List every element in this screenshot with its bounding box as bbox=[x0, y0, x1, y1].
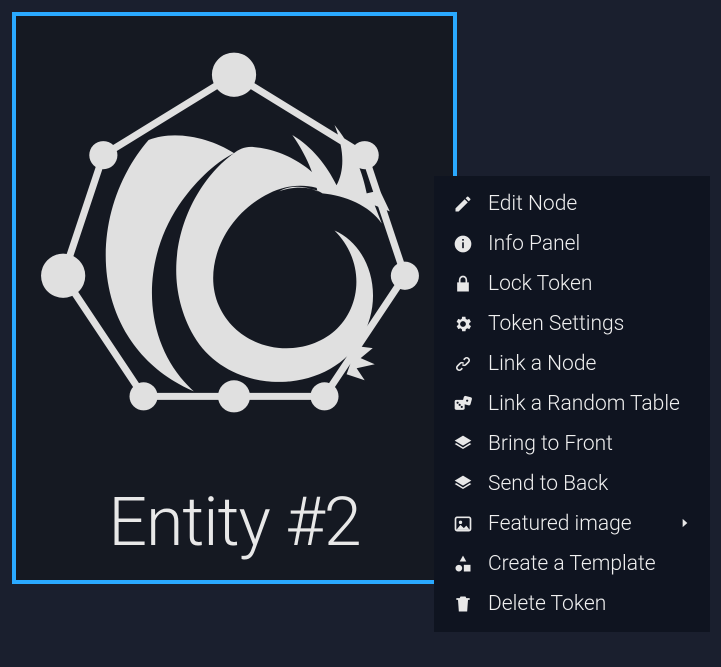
edit-icon bbox=[452, 193, 474, 215]
menu-item-delete-token[interactable]: Delete Token bbox=[434, 584, 710, 624]
menu-item-info-panel[interactable]: Info Panel bbox=[434, 224, 710, 264]
layers-icon bbox=[452, 473, 474, 495]
menu-item-label: Create a Template bbox=[488, 552, 692, 576]
menu-item-label: Token Settings bbox=[488, 312, 692, 336]
dice-icon bbox=[452, 393, 474, 415]
layers-icon bbox=[452, 433, 474, 455]
menu-item-label: Link a Random Table bbox=[488, 392, 692, 416]
dragon-icon bbox=[33, 34, 435, 457]
token-card[interactable]: Entity #2 bbox=[12, 12, 457, 584]
menu-item-featured-image[interactable]: Featured image bbox=[434, 504, 710, 544]
menu-item-link-node[interactable]: Link a Node bbox=[434, 344, 710, 384]
menu-item-link-random-table[interactable]: Link a Random Table bbox=[434, 384, 710, 424]
menu-item-label: Delete Token bbox=[488, 592, 692, 616]
menu-item-label: Edit Node bbox=[488, 192, 692, 216]
trash-icon bbox=[452, 593, 474, 615]
menu-item-label: Bring to Front bbox=[488, 432, 692, 456]
chevron-right-icon bbox=[678, 514, 692, 535]
menu-item-bring-to-front[interactable]: Bring to Front bbox=[434, 424, 710, 464]
menu-item-token-settings[interactable]: Token Settings bbox=[434, 304, 710, 344]
menu-item-lock-token[interactable]: Lock Token bbox=[434, 264, 710, 304]
info-icon bbox=[452, 233, 474, 255]
shapes-icon bbox=[452, 553, 474, 575]
menu-item-send-to-back[interactable]: Send to Back bbox=[434, 464, 710, 504]
context-menu: Edit Node Info Panel Lock Token Token Se… bbox=[434, 176, 710, 632]
menu-item-label: Featured image bbox=[488, 512, 664, 536]
menu-item-label: Send to Back bbox=[488, 472, 692, 496]
token-image bbox=[16, 16, 453, 476]
lock-icon bbox=[452, 273, 474, 295]
menu-item-create-template[interactable]: Create a Template bbox=[434, 544, 710, 584]
image-icon bbox=[452, 513, 474, 535]
menu-item-label: Info Panel bbox=[488, 232, 692, 256]
menu-item-edit-node[interactable]: Edit Node bbox=[434, 184, 710, 224]
menu-item-label: Link a Node bbox=[488, 352, 692, 376]
link-icon bbox=[452, 353, 474, 375]
token-label: Entity #2 bbox=[108, 476, 360, 580]
gear-icon bbox=[452, 313, 474, 335]
menu-item-label: Lock Token bbox=[488, 272, 692, 296]
